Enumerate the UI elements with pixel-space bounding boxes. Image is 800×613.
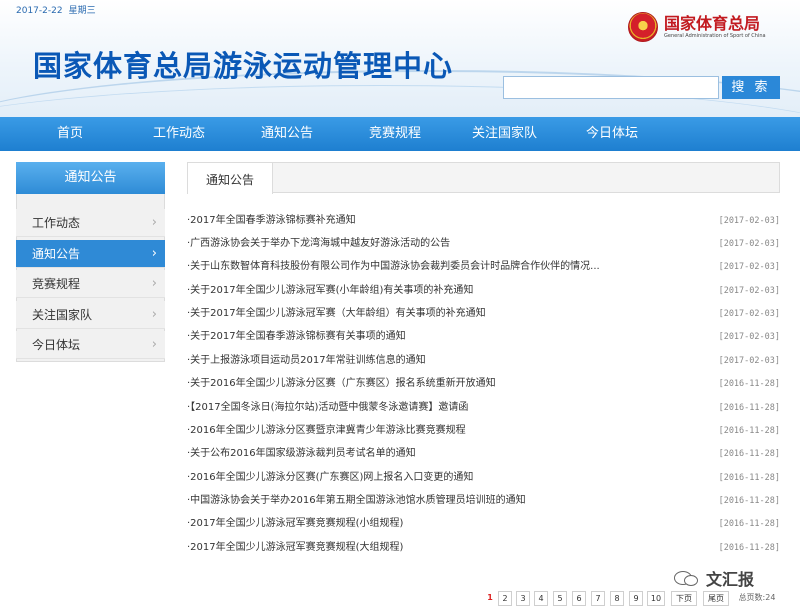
list-item[interactable]: ·2016年全国少儿游泳分区赛(广东赛区)网上报名入口变更的通知 [2016-11… [187,469,780,487]
list-item[interactable]: ·关于2016年全国少儿游泳分区赛（广东赛区）报名系统重新开放通知 [2016-1… [187,375,780,393]
news-title-link[interactable]: ·关于公布2016年国家级游泳裁判员考试名单的通知 [187,445,416,463]
sidebar-item-sports-today[interactable]: 今日体坛 › [16,331,165,359]
sidebar-item-national-team[interactable]: 关注国家队 › [16,301,165,329]
news-title-link[interactable]: ·关于2017年全国少儿游泳冠军赛（大年龄组）有关事项的补充通知 [187,305,486,323]
page-link[interactable]: 8 [610,591,624,606]
search-button[interactable]: 搜 索 [722,76,780,99]
sidebar-item-label: 竞赛规程 [32,277,81,291]
news-date: [2016-11-28] [718,473,780,483]
page-link[interactable]: 6 [572,591,586,606]
page-link[interactable]: 3 [516,591,530,606]
news-title-link[interactable]: ·2017年全国少儿游泳冠军赛竞赛规程(小组规程) [187,515,403,533]
list-item[interactable]: ·2017年全国少儿游泳冠军赛竞赛规程(大组规程) [2016-11-28] [187,539,780,557]
logo-name-cn: 国家体育总局 [664,13,761,33]
news-title-link[interactable]: ·中国游泳协会关于举办2016年第五期全国游泳池馆水质管理员培训班的通知 [187,492,526,510]
list-item[interactable]: ·2016年全国少儿游泳分区赛暨京津冀青少年游泳比赛竞赛规程 [2016-11-2… [187,422,780,440]
main-nav: 首页 工作动态 通知公告 竞赛规程 关注国家队 今日体坛 [0,117,800,151]
sidebar-item-work-news[interactable]: 工作动态 › [16,209,165,237]
news-date: [2016-11-28] [718,496,780,506]
tab-notices[interactable]: 通知公告 [187,162,273,194]
news-date: [2017-02-03] [718,216,780,226]
date-line: 2017-2-22 星期三 [16,3,102,16]
list-item[interactable]: ·关于上报游泳项目运动员2017年常驻训练信息的通知 [2017-02-03] [187,352,780,370]
list-item[interactable]: ·关于2017年全国少儿游泳冠军赛(小年龄组)有关事项的补充通知 [2017-02… [187,282,780,300]
watermark: 文汇报 [672,566,754,590]
list-item[interactable]: ·2017年全国少儿游泳冠军赛竞赛规程(小组规程) [2016-11-28] [187,515,780,533]
nav-item-competition-rules[interactable]: 竞赛规程 [369,117,421,151]
nav-item-work-news[interactable]: 工作动态 [153,117,205,151]
nav-item-national-team[interactable]: 关注国家队 [472,117,537,151]
news-title-link[interactable]: ·2017年全国春季游泳锦标赛补充通知 [187,212,356,230]
tab-bar [187,162,780,193]
gasc-logo[interactable]: 国家体育总局 General Administration of Sport o… [628,12,766,42]
news-date: [2016-11-28] [718,543,780,553]
page-link[interactable]: 5 [553,591,567,606]
news-date: [2017-02-03] [718,309,780,319]
news-date: [2017-02-03] [718,239,780,249]
list-item[interactable]: ·关于2017年全国少儿游泳冠军赛（大年龄组）有关事项的补充通知 [2017-02… [187,305,780,323]
news-date: [2017-02-03] [718,356,780,366]
logo-name-en: General Administration of Sport of China [664,32,766,39]
chevron-right-icon: › [151,337,157,352]
news-title-link[interactable]: ·2016年全国少儿游泳分区赛(广东赛区)网上报名入口变更的通知 [187,469,473,487]
page-link[interactable]: 2 [498,591,512,606]
page-link[interactable]: 9 [629,591,643,606]
news-date: [2017-02-03] [718,332,780,342]
news-title-link[interactable]: ·2017年全国少儿游泳冠军赛竞赛规程(大组规程) [187,539,403,557]
site-header: 2017-2-22 星期三 国家体育总局游泳运动管理中心 国家体育总局 Gener… [0,0,800,117]
sidebar-item-label: 通知公告 [32,247,81,261]
last-page-button[interactable]: 尾页 [703,591,729,606]
wechat-icon [672,567,702,589]
next-page-button[interactable]: 下页 [671,591,697,606]
nav-item-sports-today[interactable]: 今日体坛 [586,117,638,151]
news-date: [2016-11-28] [718,519,780,529]
news-date: [2016-11-28] [718,449,780,459]
news-title-link[interactable]: ·【2017全国冬泳日(海拉尔站)活动暨中俄蒙冬泳邀请赛】邀请函 [187,399,468,417]
list-item[interactable]: ·关于公布2016年国家级游泳裁判员考试名单的通知 [2016-11-28] [187,445,780,463]
chevron-right-icon: › [151,215,157,230]
current-date: 2017-2-22 [16,6,63,16]
page-link[interactable]: 4 [534,591,548,606]
current-weekday: 星期三 [68,6,96,16]
chevron-right-icon: › [151,246,157,261]
chevron-right-icon: › [151,307,157,322]
news-title-link[interactable]: ·关于上报游泳项目运动员2017年常驻训练信息的通知 [187,352,426,370]
search-input[interactable] [503,76,719,99]
news-date: [2017-02-03] [718,262,780,272]
news-title-link[interactable]: ·关于2017年全国少儿游泳冠军赛(小年龄组)有关事项的补充通知 [187,282,473,300]
watermark-text: 文汇报 [706,570,755,589]
news-date: [2016-11-28] [718,403,780,413]
news-title-link[interactable]: ·2016年全国少儿游泳分区赛暨京津冀青少年游泳比赛竞赛规程 [187,422,466,440]
nav-item-notices[interactable]: 通知公告 [261,117,313,151]
news-title-link[interactable]: ·关于山东数智体育科技股份有限公司作为中国游泳协会裁判委员会计时品牌合作伙伴的情… [187,258,600,276]
page-link-current[interactable]: 1 [484,591,496,606]
logo-text: 国家体育总局 General Administration of Sport o… [664,13,766,40]
nav-item-home[interactable]: 首页 [57,117,83,151]
total-pages: 总页数:24 [738,593,776,602]
sidebar-item-competition-rules[interactable]: 竞赛规程 › [16,270,165,298]
sidebar-item-label: 关注国家队 [32,308,93,322]
news-title-link[interactable]: ·广西游泳协会关于举办下龙湾海城中越友好游泳活动的公告 [187,235,450,253]
sidebar-item-notices[interactable]: 通知公告 › [16,240,165,268]
news-title-link[interactable]: ·关于2017年全国春季游泳锦标赛有关事项的通知 [187,328,406,346]
list-item[interactable]: ·中国游泳协会关于举办2016年第五期全国游泳池馆水质管理员培训班的通知 [201… [187,492,780,510]
list-item[interactable]: ·2017年全国春季游泳锦标赛补充通知 [2017-02-03] [187,212,780,230]
page-link[interactable]: 7 [591,591,605,606]
list-item[interactable]: ·关于2017年全国春季游泳锦标赛有关事项的通知 [2017-02-03] [187,328,780,346]
list-item[interactable]: ·广西游泳协会关于举办下龙湾海城中越友好游泳活动的公告 [2017-02-03] [187,235,780,253]
list-item[interactable]: ·关于山东数智体育科技股份有限公司作为中国游泳协会裁判委员会计时品牌合作伙伴的情… [187,258,780,276]
sidebar-heading: 通知公告 [16,162,165,194]
sidebar-item-label: 今日体坛 [32,338,81,352]
page-link[interactable]: 10 [647,591,665,606]
site-title: 国家体育总局游泳运动管理中心 [33,49,454,83]
sidebar-item-label: 工作动态 [32,216,81,230]
news-date: [2016-11-28] [718,379,780,389]
news-date: [2016-11-28] [718,426,780,436]
chevron-right-icon: › [151,276,157,291]
news-date: [2017-02-03] [718,286,780,296]
national-emblem-icon [628,12,658,42]
news-title-link[interactable]: ·关于2016年全国少儿游泳分区赛（广东赛区）报名系统重新开放通知 [187,375,496,393]
list-item[interactable]: ·【2017全国冬泳日(海拉尔站)活动暨中俄蒙冬泳邀请赛】邀请函 [2016-11… [187,399,780,417]
